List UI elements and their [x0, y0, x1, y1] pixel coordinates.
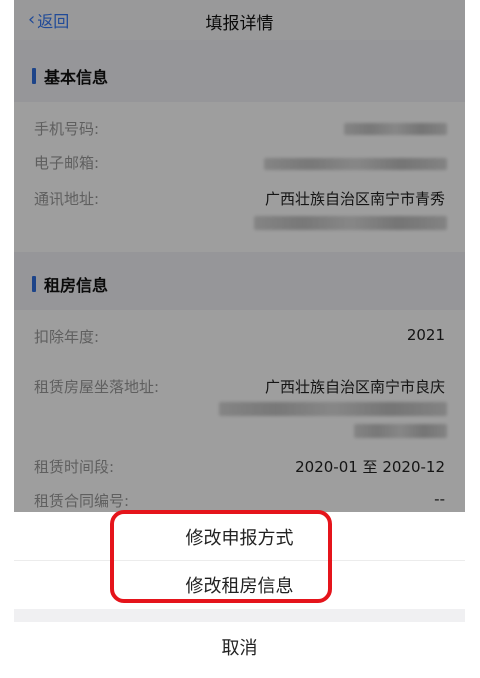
cancel-button[interactable]: 取消 [14, 634, 465, 660]
sheet-gap [14, 609, 465, 622]
highlight-annotation [110, 510, 332, 603]
modal-overlay[interactable] [14, 0, 465, 512]
